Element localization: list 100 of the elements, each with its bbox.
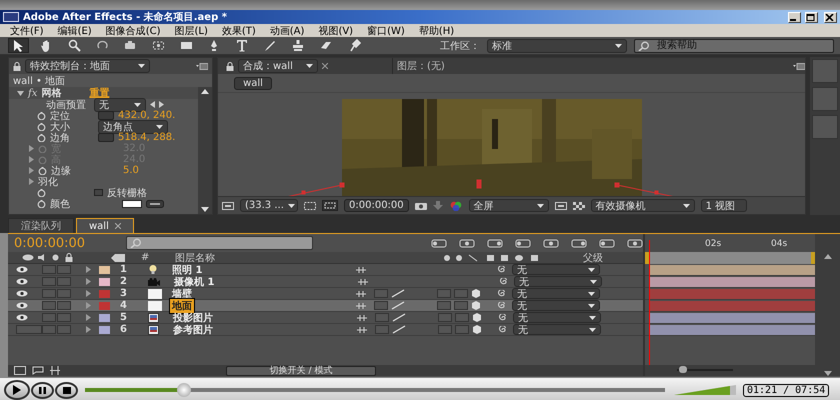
parent-dropdown[interactable]: 无 (512, 264, 600, 275)
menu-item[interactable]: 效果(T) (222, 24, 256, 38)
layer-tab[interactable]: 图层：(无) (392, 58, 492, 74)
switch-toggle[interactable] (374, 289, 388, 298)
parent-dropdown[interactable]: 无 (514, 276, 602, 287)
label-color[interactable] (99, 326, 110, 334)
minimize-button[interactable] (788, 12, 801, 22)
menu-item[interactable]: 视图(V) (318, 24, 354, 38)
layer-row[interactable]: 4 地面 无 (8, 300, 643, 312)
comp-mini-icon[interactable] (14, 366, 26, 375)
lock-icon[interactable] (226, 62, 234, 70)
lock-toggle[interactable] (57, 301, 71, 310)
property-dropdown[interactable]: 无 (94, 98, 146, 112)
switch-toggle[interactable] (455, 313, 469, 322)
stop-button[interactable] (55, 382, 78, 398)
eye-icon[interactable] (16, 278, 28, 285)
expand-pane-icon[interactable] (32, 366, 44, 375)
parent-dropdown[interactable]: 无 (512, 288, 600, 299)
menu-item[interactable]: 文件(F) (10, 24, 44, 38)
panel-tab[interactable]: 渲染队列 (8, 218, 74, 233)
layer-duration-bar[interactable] (649, 324, 815, 334)
switch-toggle[interactable] (437, 289, 451, 298)
zoom-dropdown[interactable]: (33.3 ... (240, 199, 298, 212)
label-color[interactable] (99, 314, 110, 322)
layer-row[interactable]: 5 投影图片 无 (8, 312, 643, 324)
solo-toggle[interactable] (42, 313, 56, 322)
menu-item[interactable]: 动画(A) (270, 24, 304, 38)
previous-icon[interactable] (150, 101, 155, 108)
layer-name[interactable]: 地面 (170, 298, 194, 312)
seek-thumb[interactable] (176, 383, 191, 397)
property-dropdown[interactable]: 边角点 (98, 120, 168, 134)
solo-toggle[interactable] (42, 277, 56, 286)
layer-row[interactable]: 6 参考图片 无 (8, 324, 643, 336)
next-icon[interactable] (159, 101, 164, 108)
switch-toggle[interactable] (374, 301, 388, 310)
eyedropper-icon[interactable] (146, 200, 164, 208)
close-button[interactable] (824, 12, 837, 22)
visibility-toggle[interactable] (16, 325, 42, 334)
lock-toggle[interactable] (57, 289, 71, 298)
close-icon[interactable] (114, 223, 121, 229)
layer-name[interactable]: 摄像机 1 (172, 274, 216, 288)
eye-icon[interactable] (16, 314, 28, 321)
shy-switch-icon[interactable] (356, 302, 366, 308)
reset-link[interactable]: 重置 (89, 87, 110, 100)
layer-name[interactable]: 照明 1 (170, 262, 204, 276)
solo-toggle[interactable] (42, 325, 56, 334)
snapshot-icon[interactable] (414, 201, 427, 210)
panel-tab-dropdown[interactable]: 特效控制台：地面 (25, 59, 150, 73)
color-swatch[interactable] (122, 200, 142, 208)
menu-item[interactable]: 编辑(E) (58, 24, 92, 38)
switch-toggle[interactable] (438, 313, 452, 322)
composition-tab[interactable]: 合成：wall (238, 59, 318, 73)
current-time-field[interactable]: 0:00:00:00 (344, 199, 409, 212)
quality-switch-icon[interactable] (392, 313, 406, 322)
toggle-switches-modes-button[interactable]: 切换开关 / 模式 (226, 366, 376, 376)
layer-row[interactable]: 2 摄像机 1 无 (8, 276, 643, 288)
camera-dropdown[interactable]: 有效摄像机 (590, 199, 695, 212)
switch-toggle[interactable] (437, 301, 451, 310)
quality-switch-icon[interactable] (391, 301, 405, 310)
search-field[interactable]: 搜索帮助 (634, 38, 834, 52)
maximize-button[interactable] (805, 12, 818, 22)
scroll-up-icon[interactable] (201, 89, 209, 94)
scroll-up-icon[interactable] (824, 254, 832, 259)
resolution-dropdown[interactable]: 全屏 (468, 199, 549, 212)
lock-toggle[interactable] (57, 265, 71, 274)
layer-duration-bar[interactable] (649, 312, 815, 322)
lock-toggle[interactable] (57, 277, 71, 286)
parent-dropdown[interactable]: 无 (512, 300, 600, 311)
switch-toggle[interactable] (375, 313, 389, 322)
current-time[interactable]: 0:00:00:00 (14, 236, 118, 250)
pause-button[interactable] (31, 382, 54, 398)
roi-icon[interactable] (554, 202, 567, 210)
switch-toggle[interactable] (455, 325, 469, 334)
menu-item[interactable]: 图像合成(C) (106, 24, 160, 38)
lock-icon[interactable] (65, 253, 73, 262)
layer-duration-bar[interactable] (649, 276, 815, 286)
channels-icon[interactable] (448, 200, 463, 210)
label-color[interactable] (99, 266, 110, 274)
layer-row[interactable]: 1 照明 1 无 (8, 264, 643, 276)
in-out-icon[interactable] (50, 366, 60, 375)
layer-name[interactable]: 参考图片 (171, 322, 215, 336)
quality-switch-icon[interactable] (391, 289, 405, 298)
solo-toggle[interactable] (42, 289, 56, 298)
shy-switch-icon[interactable] (358, 278, 368, 284)
layer-name[interactable]: 投影图片 (171, 310, 215, 324)
panel-tab[interactable]: wall (76, 218, 134, 233)
play-button[interactable] (4, 380, 30, 400)
shy-switch-icon[interactable] (356, 266, 366, 272)
scroll-down-icon[interactable] (201, 207, 209, 212)
shy-switch-icon[interactable] (357, 326, 367, 332)
parent-dropdown[interactable]: 无 (513, 312, 601, 323)
panel-menu-icon[interactable] (196, 62, 208, 70)
transparency-grid-icon[interactable] (572, 202, 585, 210)
selection-tool-button[interactable] (8, 38, 29, 53)
region-icon[interactable] (222, 202, 234, 210)
eye-icon[interactable] (16, 302, 28, 309)
eye-icon[interactable] (16, 290, 28, 297)
checkbox[interactable] (94, 189, 103, 196)
lock-icon[interactable] (13, 62, 21, 70)
safe-zones-icon[interactable] (304, 202, 316, 210)
